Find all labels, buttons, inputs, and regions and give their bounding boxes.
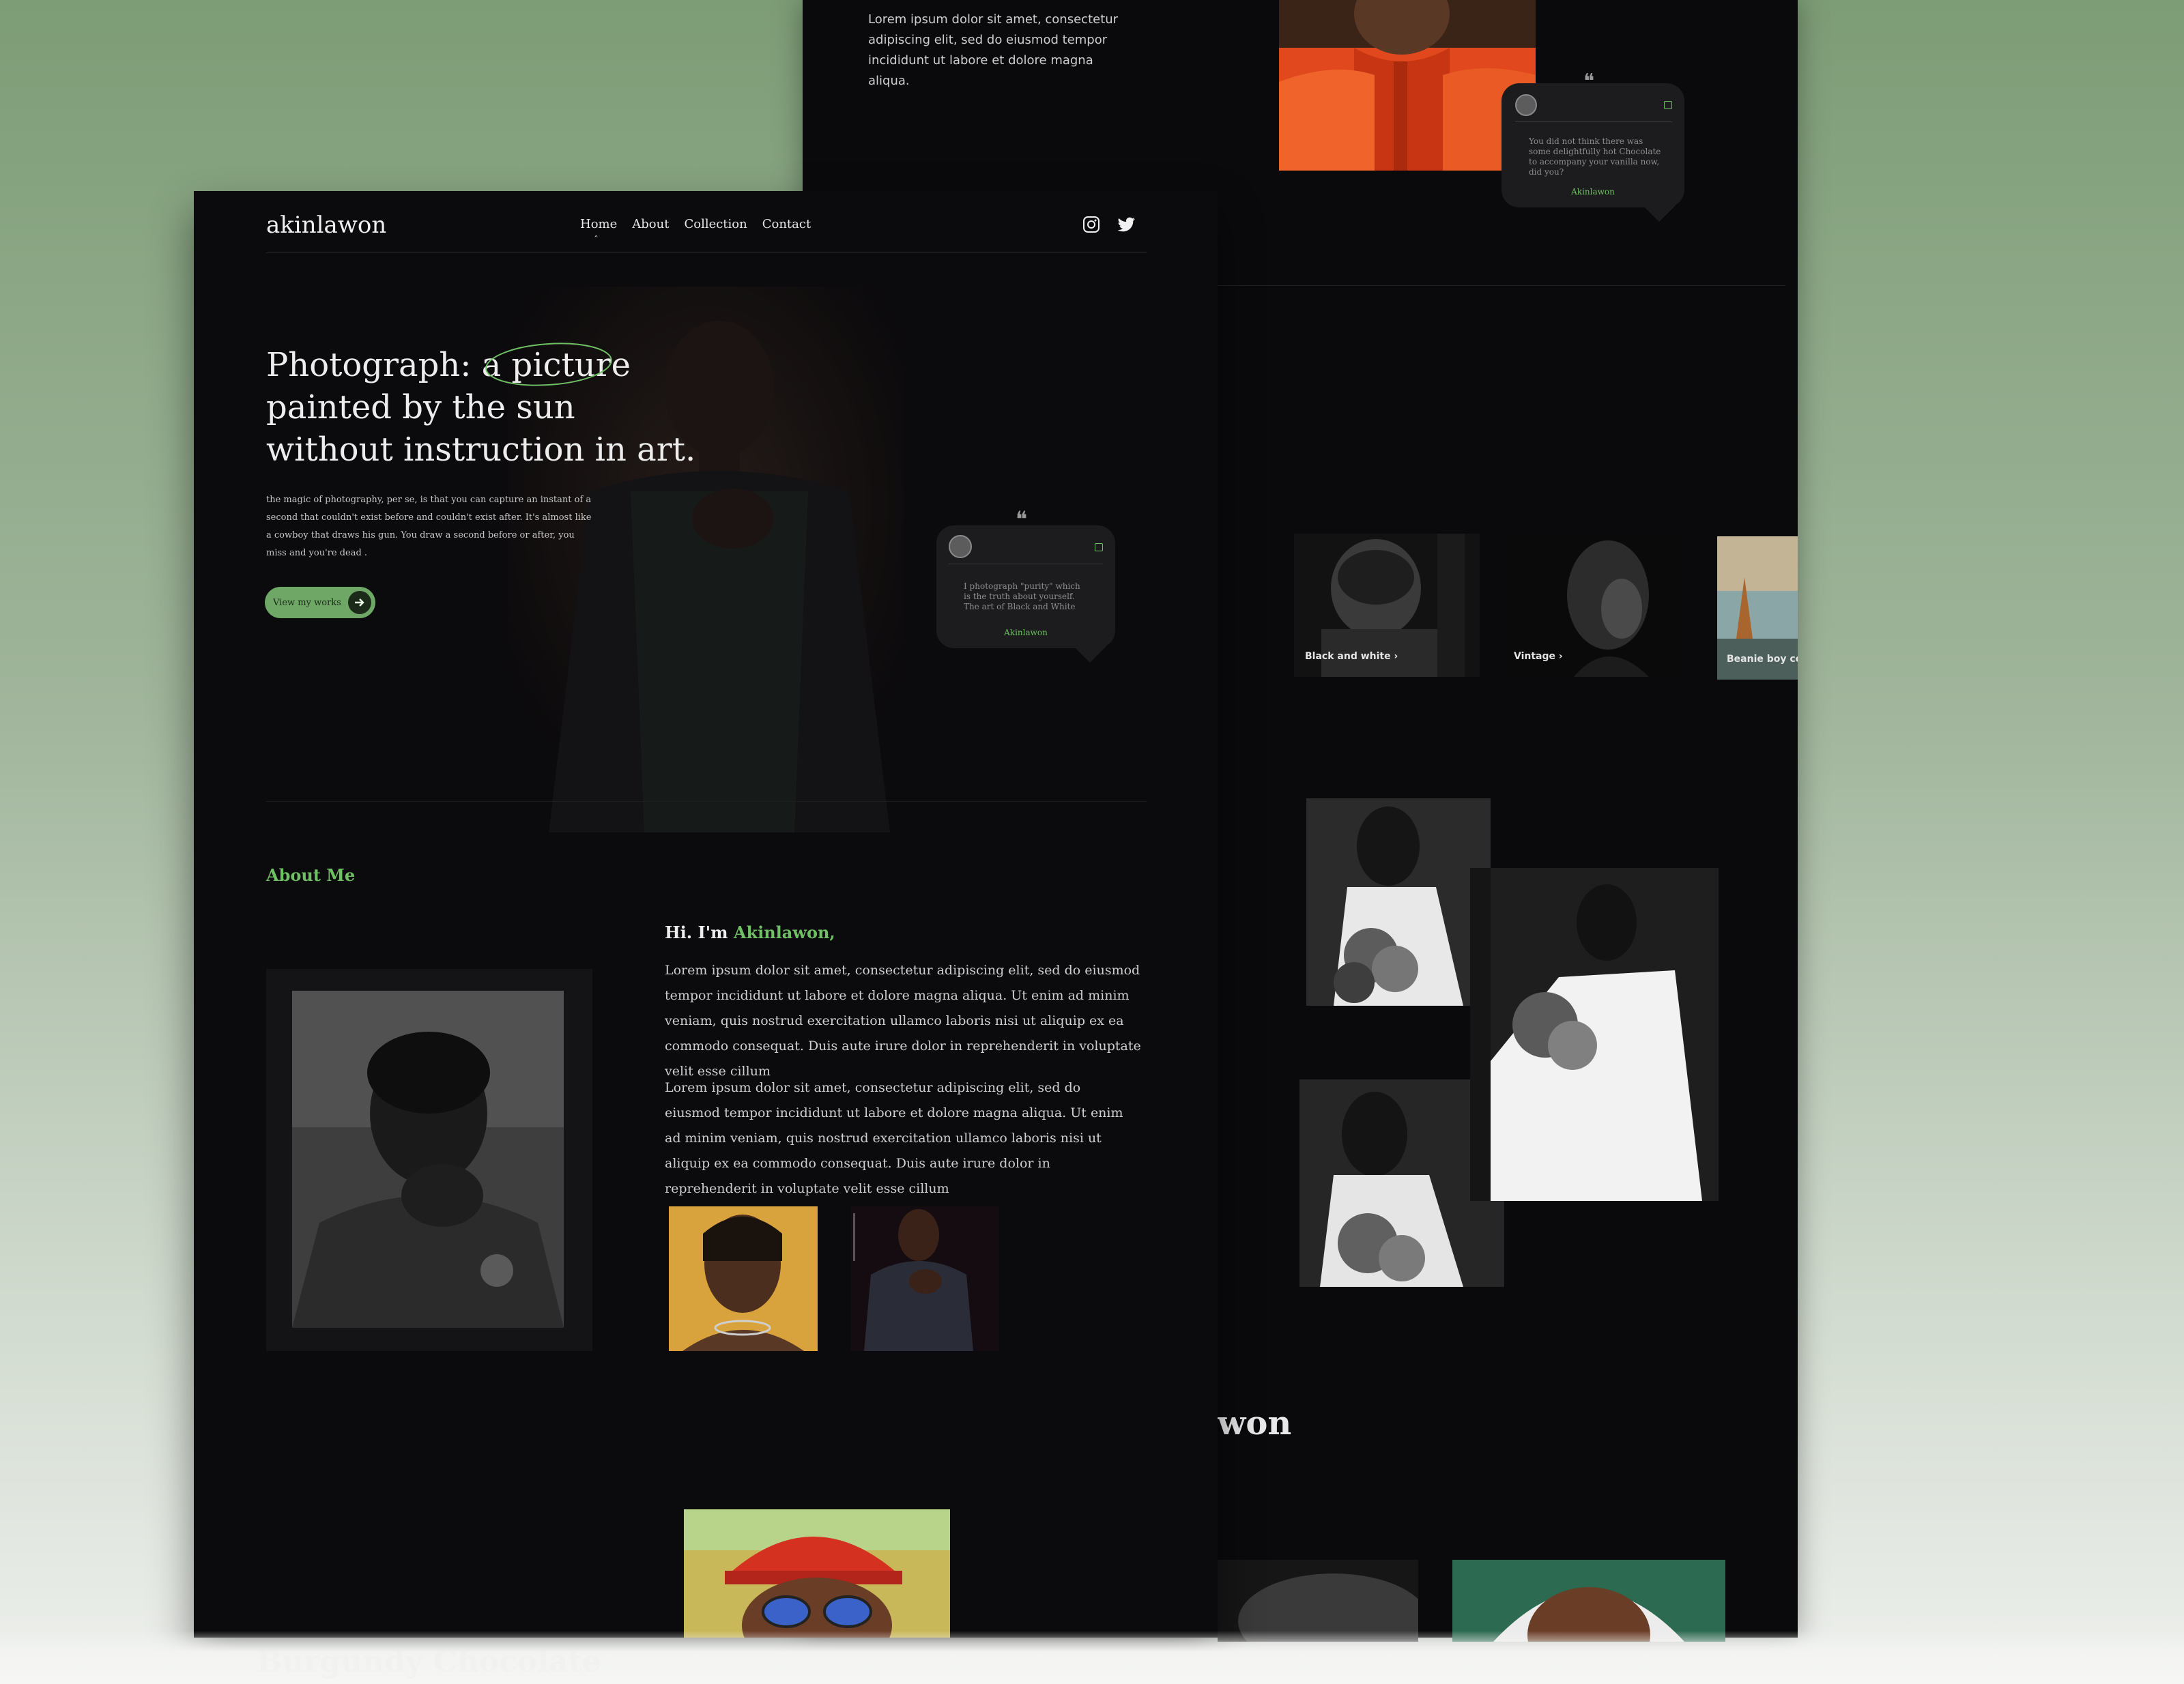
hero-paragraph: the magic of photography, per se, is tha… [266, 495, 592, 558]
faded-bottom-title: Burgundy Chocolate [257, 1644, 601, 1679]
twitter-icon[interactable] [1117, 216, 1136, 233]
section-divider [266, 801, 1147, 802]
collection-card-black-and-white[interactable]: Black and white › [1294, 534, 1480, 677]
view-works-button[interactable]: View my works [265, 587, 375, 618]
gallery-photo-woman-flowers-1[interactable] [1306, 798, 1491, 1006]
greeting-name: Akinlawon, [733, 923, 835, 942]
collection-card-beanie-boy[interactable]: Beanie boy colle [1717, 536, 1798, 680]
back-heading-fragment: won [1218, 1404, 1292, 1442]
collection-card-vintage[interactable]: Vintage › [1506, 534, 1690, 677]
section-divider [1212, 285, 1785, 286]
headline-line-3: without instruction in art. [266, 431, 696, 469]
headline-text: Photograph: a [266, 346, 512, 384]
about-greeting: Hi. I'm Akinlawon, [665, 923, 835, 942]
nav-about[interactable]: About [632, 217, 669, 231]
portrait-red-shirt-photo[interactable] [1279, 0, 1536, 171]
gallery-photo-woman-white-dress[interactable] [1470, 868, 1719, 1201]
view-works-label: View my works [273, 597, 341, 608]
nav-active-indicator: ˆ [594, 235, 599, 246]
highlight-ellipse [485, 343, 612, 386]
greeting-text: Hi. I'm [665, 923, 734, 942]
about-section-label: About Me [266, 865, 356, 885]
about-photo-dark[interactable] [850, 1206, 999, 1351]
nav-divider [266, 252, 1147, 253]
collection-label: Black and white › [1305, 651, 1398, 662]
featured-photo-red-cap[interactable] [684, 1509, 950, 1638]
main-nav: Home About Collection Contact [580, 217, 811, 231]
back-intro-text: Lorem ipsum dolor sit amet, consectetur … [868, 12, 1119, 88]
about-portrait-photo [292, 991, 564, 1328]
quote-author: Akinlawon [1004, 628, 1048, 637]
mail-icon [1095, 543, 1103, 551]
about-portrait-frame [266, 969, 592, 1351]
about-paragraph-2: Lorem ipsum dolor sit amet, consectetur … [665, 1080, 1123, 1196]
brand-logo[interactable]: akinlawon [266, 212, 386, 239]
mail-icon [1664, 101, 1672, 109]
back-quote-text: You did not think there was some delight… [1529, 136, 1661, 177]
card-divider [1515, 121, 1672, 122]
nav-collection[interactable]: Collection [684, 217, 747, 231]
about-photo-yellow[interactable] [669, 1206, 818, 1351]
nav-home[interactable]: Home [580, 217, 617, 231]
collection-label: Beanie boy colle [1727, 654, 1798, 665]
about-paragraph-1: Lorem ipsum dolor sit amet, consectetur … [665, 963, 1141, 1079]
avatar [949, 535, 972, 558]
nav-contact[interactable]: Contact [762, 217, 811, 231]
instagram-icon[interactable] [1082, 216, 1100, 233]
quote-text: I photograph "purity" which is the truth… [964, 581, 1080, 611]
gallery-photo-shoulder[interactable] [1218, 1560, 1418, 1642]
front-page-screen: akinlawon Home About Collection Contact … [194, 191, 1218, 1638]
gallery-photo-white-hijab[interactable] [1452, 1560, 1725, 1642]
back-testimonial-card: You did not think there was some delight… [1502, 83, 1684, 222]
avatar [1515, 94, 1537, 116]
testimonial-card: I photograph "purity" which is the truth… [936, 525, 1115, 663]
arrow-right-icon [348, 591, 371, 614]
collection-label: Vintage › [1514, 651, 1563, 662]
back-quote-author: Akinlawon [1571, 187, 1615, 197]
